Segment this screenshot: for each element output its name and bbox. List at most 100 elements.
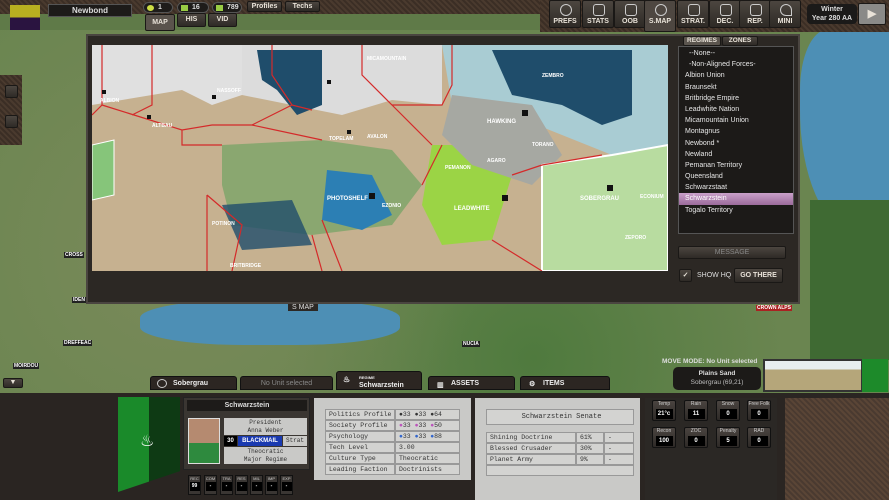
show-hq-checkbox[interactable]: ✓ <box>679 269 692 282</box>
senate-pct: 9% <box>576 454 604 465</box>
city-label[interactable]: AGARO <box>487 158 506 164</box>
prefs-button[interactable]: PREFS <box>549 0 581 28</box>
city-label[interactable]: SOBERGRAU <box>580 196 619 202</box>
leader-stat: TRA - <box>220 475 233 495</box>
city-label[interactable]: BRITBRIDGE <box>230 263 262 269</box>
strat-button[interactable]: STRAT. <box>677 0 709 28</box>
tab-items[interactable]: ⚙ ITEMS <box>520 376 610 390</box>
list-item[interactable]: Pemanan Territory <box>679 160 793 171</box>
list-item[interactable]: Braunsekt <box>679 82 793 93</box>
list-item[interactable]: Britbridge Empire <box>679 93 793 104</box>
tab-hex[interactable]: Sobergrau <box>150 376 237 390</box>
city-label[interactable]: EZONIO <box>382 203 401 209</box>
sobergrau-zone <box>541 143 668 271</box>
city-label[interactable]: ECONIUM <box>640 194 664 200</box>
side-button[interactable] <box>5 85 18 98</box>
list-item[interactable]: Albion Union <box>679 70 793 81</box>
leader-portrait[interactable] <box>188 418 220 464</box>
list-item[interactable]: Montagnus <box>679 126 793 137</box>
hex-icon <box>157 379 167 388</box>
city-label[interactable]: ZEPORO <box>625 235 646 241</box>
gear-icon: ⚙ <box>529 381 536 388</box>
world-city-label: DREFFEAC <box>63 340 93 346</box>
city-label[interactable]: PEMANON <box>445 165 471 171</box>
list-item[interactable]: Queensland <box>679 171 793 182</box>
regime-name-box: Newbond <box>48 4 132 17</box>
oob-button[interactable]: OOB <box>614 0 646 28</box>
tab-his[interactable]: HIS <box>177 13 206 27</box>
leader-level: 30 <box>224 436 237 446</box>
city-label[interactable]: MICAMOUNTAIN <box>367 56 407 62</box>
message-button[interactable]: MESSAGE <box>678 246 786 259</box>
leader-stat: EXP - <box>280 475 293 495</box>
envelope-icon <box>720 4 732 16</box>
faction-label: Leading Faction <box>325 464 395 475</box>
list-item-selected[interactable]: Schwarzstein <box>679 193 793 205</box>
list-item[interactable]: --None-- <box>679 48 793 59</box>
list-item[interactable]: Newland <box>679 149 793 160</box>
list-item[interactable]: Leadwhite Nation <box>679 104 793 115</box>
tab-vid[interactable]: VID <box>208 13 237 27</box>
terrain-name: Plains Sand <box>698 370 736 377</box>
tab-regimes[interactable]: REGIMES <box>683 36 721 46</box>
list-item[interactable]: -Non-Aligned Forces- <box>679 59 793 70</box>
smap-button[interactable]: S.MAP <box>644 0 676 32</box>
strategic-map[interactable]: ALBION ALTBAU NASSOFF MICAMOUNTAIN TOPEL… <box>92 45 668 271</box>
regime-list[interactable]: --None-- -Non-Aligned Forces- Albion Uni… <box>678 46 794 234</box>
world-city-label: IDEN <box>72 297 86 303</box>
tab-unit[interactable]: No Unit selected <box>240 376 333 390</box>
politics-label: Politics Profile <box>325 409 395 420</box>
stat-rad: RAD 0 <box>747 427 771 448</box>
city-label[interactable]: HAWKING <box>487 119 516 125</box>
regime-flag[interactable] <box>10 5 40 30</box>
turn-box: Winter Year 280 AA <box>807 4 857 24</box>
gear-icon <box>560 4 572 16</box>
strat-button[interactable]: Strat <box>283 436 307 446</box>
society-label: Society Profile <box>325 420 395 431</box>
building-icon: ▥ <box>437 382 444 389</box>
culture-value: Theocratic <box>395 453 460 464</box>
collapse-button[interactable]: ▼ <box>3 378 23 388</box>
profiles-button[interactable]: Profiles <box>247 1 282 12</box>
list-item[interactable]: Togalo Territory <box>679 205 793 216</box>
city-label[interactable]: TORANO <box>532 142 554 148</box>
list-item[interactable]: Micamountain Union <box>679 115 793 126</box>
end-turn-button[interactable]: ▶ <box>858 3 886 25</box>
mini-button[interactable]: MINI <box>769 0 801 28</box>
list-item[interactable]: Newbond * <box>679 138 793 149</box>
rep-button[interactable]: REP. <box>739 0 771 28</box>
city-label[interactable]: LEADWHITE <box>454 206 490 212</box>
city-label[interactable]: NASSOFF <box>217 88 241 94</box>
city-label[interactable]: TOPELAM <box>329 136 353 142</box>
report-icon <box>750 4 762 16</box>
city-label[interactable]: PHOTOSHELF <box>327 196 368 202</box>
city-label[interactable]: ALTBAU <box>152 123 173 129</box>
techs-button[interactable]: Techs <box>285 1 320 12</box>
leader-trait[interactable]: BLACKMAIL <box>238 436 282 446</box>
city-label[interactable]: POTINON <box>212 221 235 227</box>
go-there-button[interactable]: GO THERE <box>734 268 783 283</box>
zone <box>92 139 115 201</box>
tech-label: Tech Level <box>325 442 395 453</box>
tab-regime[interactable]: ♨ REGIME Schwarzstein <box>336 371 422 390</box>
side-button[interactable] <box>5 115 18 128</box>
senate-pct: 30% <box>576 443 604 454</box>
tab-zones[interactable]: ZONES <box>722 36 758 46</box>
leader-regime-name: Schwarzstein <box>187 400 307 411</box>
psychology-label: Psychology Profile <box>325 431 395 450</box>
city-label[interactable]: ZEMBRO <box>542 73 564 79</box>
leader-stat: IMP - <box>265 475 278 495</box>
senate-party: Blessed Crusader Knights <box>486 443 576 462</box>
stats-button[interactable]: STATS <box>582 0 614 28</box>
stat-penalty: Penalty 5 <box>716 427 740 448</box>
city-label[interactable]: ALBION <box>100 98 120 104</box>
stat-zoc: ZOC 0 <box>684 427 708 448</box>
tab-assets[interactable]: ▥ ASSETS <box>428 376 515 390</box>
list-item[interactable]: Schwarzstaat <box>679 182 793 193</box>
stat-rain: Rain 11 <box>684 400 708 421</box>
dec-button[interactable]: DEC. <box>709 0 741 28</box>
city-label[interactable]: AVALON <box>367 134 388 140</box>
stat-free-folk: Free Folk 0 <box>747 400 771 421</box>
tab-map[interactable]: MAP <box>145 14 175 31</box>
faction-value: Doctrinists <box>395 464 460 475</box>
